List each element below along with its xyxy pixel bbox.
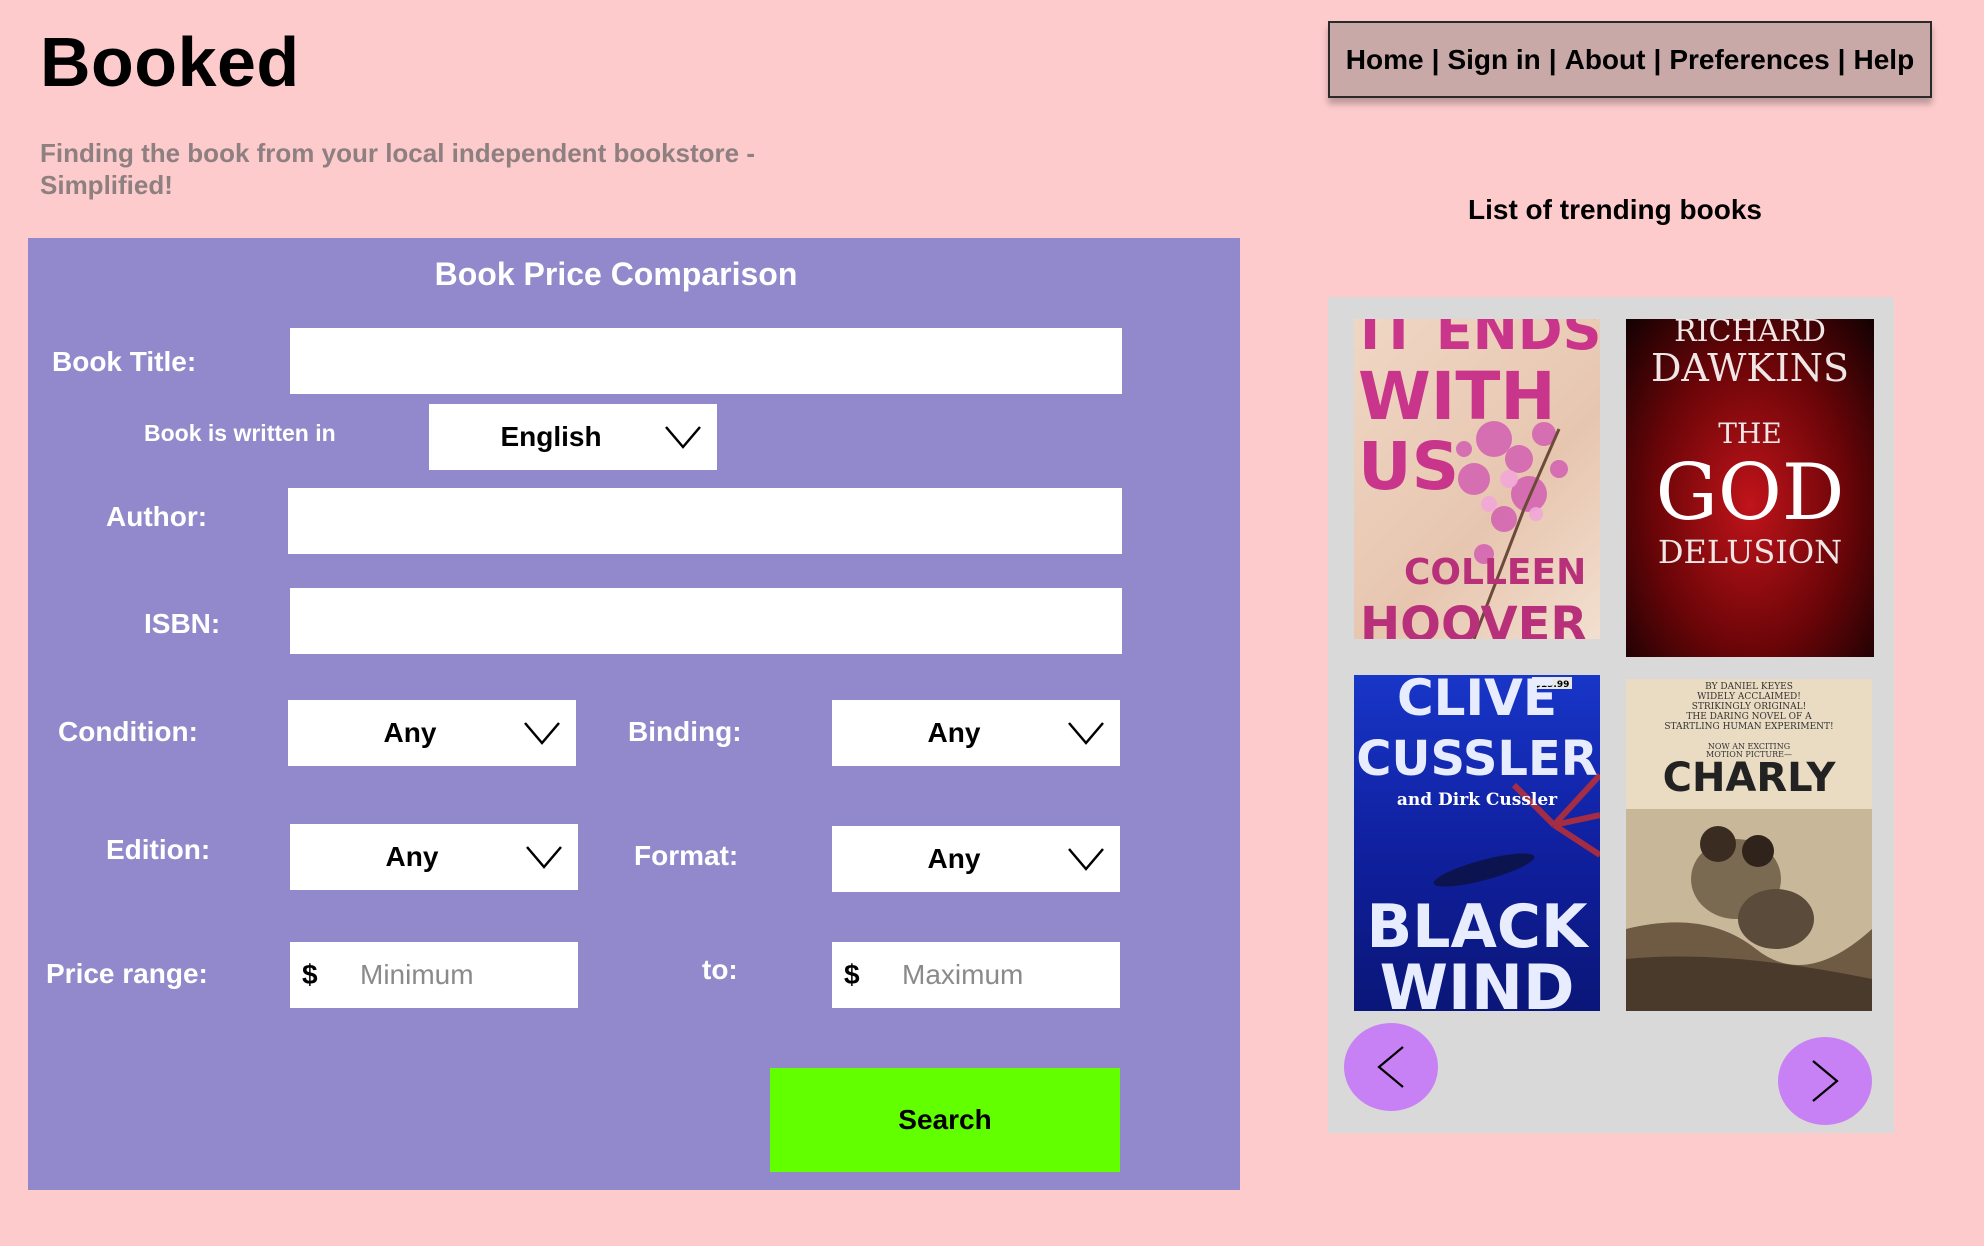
chevron-down-icon bbox=[526, 846, 562, 869]
book-cover-line: DELUSION bbox=[1658, 533, 1842, 571]
chevron-left-icon bbox=[1377, 1046, 1404, 1088]
book-cover-line: CLIVE bbox=[1397, 675, 1557, 727]
format-select-value: Any bbox=[927, 843, 981, 874]
nav-home[interactable]: Home bbox=[1346, 44, 1424, 76]
book-cover-line: CUSSLER bbox=[1356, 731, 1598, 787]
book-cover-art: $15.99 CLIVE CUSSLER and Dirk Cussler BL… bbox=[1356, 675, 1600, 1011]
condition-select[interactable]: Any bbox=[288, 700, 576, 766]
book-cover-line: WITH bbox=[1358, 358, 1556, 435]
nav-about[interactable]: About bbox=[1565, 44, 1646, 76]
language-select-value: English bbox=[500, 421, 602, 452]
nav-separator: | bbox=[1653, 43, 1662, 75]
isbn-input[interactable] bbox=[290, 588, 1122, 654]
language-select[interactable]: English bbox=[429, 404, 717, 470]
book-cover-line: WIND bbox=[1380, 951, 1575, 1011]
chevron-down-icon bbox=[1068, 722, 1104, 745]
chevron-down-icon bbox=[665, 426, 701, 449]
binding-select[interactable]: Any bbox=[832, 700, 1120, 766]
book-cover-god-delusion[interactable]: RICHARD DAWKINS THE GOD DELUSION bbox=[1626, 319, 1874, 657]
book-cover-line: RICHARD bbox=[1674, 319, 1826, 349]
form-title: Book Price Comparison bbox=[434, 256, 798, 292]
book-cover-line: THE DARING NOVEL OF A bbox=[1686, 712, 1812, 722]
condition-select-value: Any bbox=[383, 717, 437, 748]
edition-label: Edition: bbox=[106, 834, 211, 865]
nav-preferences[interactable]: Preferences bbox=[1669, 44, 1829, 76]
price-max-input[interactable]: $ Maximum bbox=[832, 942, 1120, 1008]
book-cover-line: THE bbox=[1718, 417, 1782, 450]
currency-symbol: $ bbox=[302, 959, 318, 990]
book-cover-line: STRIKINGLY ORIGINAL! bbox=[1692, 702, 1806, 712]
book-cover-art: IT ENDS WITH US COLLEEN HOOVER bbox=[1358, 319, 1600, 639]
book-cover-charly[interactable]: BY DANIEL KEYES WIDELY ACCLAIMED! STRIKI… bbox=[1626, 679, 1872, 1011]
language-label: Book is written in bbox=[144, 420, 336, 446]
price-range-label: Price range: bbox=[46, 958, 208, 989]
book-cover-line: CHARLY bbox=[1663, 755, 1837, 801]
price-max-placeholder: Maximum bbox=[902, 959, 1024, 990]
nav-sign-in[interactable]: Sign in bbox=[1447, 44, 1540, 76]
nav-separator: | bbox=[1431, 43, 1440, 75]
trending-title: List of trending books bbox=[1468, 194, 1762, 225]
app-tagline: Finding the book from your local indepen… bbox=[40, 138, 756, 200]
book-cover-line: HOOVER bbox=[1360, 597, 1587, 639]
book-cover-line: BY DANIEL KEYES bbox=[1705, 682, 1793, 692]
chevron-down-icon bbox=[524, 722, 560, 745]
book-cover-art: BY DANIEL KEYES WIDELY ACCLAIMED! STRIKI… bbox=[1626, 682, 1872, 1011]
chevron-down-icon bbox=[1068, 848, 1104, 871]
book-cover-line: WIDELY ACCLAIMED! bbox=[1697, 692, 1801, 702]
edition-select[interactable]: Any bbox=[290, 824, 578, 890]
format-label: Format: bbox=[634, 840, 739, 871]
carousel-prev-button[interactable] bbox=[1344, 1023, 1438, 1111]
isbn-label: ISBN: bbox=[144, 608, 221, 639]
book-title-label: Book Title: bbox=[52, 346, 197, 377]
edition-select-value: Any bbox=[385, 841, 439, 872]
author-input[interactable] bbox=[288, 488, 1122, 554]
binding-select-value: Any bbox=[927, 717, 981, 748]
search-button[interactable]: Search bbox=[770, 1068, 1120, 1172]
book-cover-line: GOD bbox=[1656, 448, 1845, 538]
book-cover-line: DAWKINS bbox=[1651, 346, 1849, 390]
book-cover-line: IT ENDS bbox=[1360, 319, 1600, 362]
book-cover-black-wind[interactable]: $15.99 CLIVE CUSSLER and Dirk Cussler BL… bbox=[1354, 675, 1600, 1011]
book-cover-art: RICHARD DAWKINS THE GOD DELUSION bbox=[1651, 319, 1849, 571]
top-nav: Home | Sign in | About | Preferences | H… bbox=[1328, 21, 1932, 98]
book-cover-line: US bbox=[1358, 428, 1459, 505]
book-cover-line: and Dirk Cussler bbox=[1397, 790, 1558, 810]
nav-help[interactable]: Help bbox=[1854, 44, 1915, 76]
book-cover-line: COLLEEN bbox=[1404, 552, 1586, 593]
price-min-placeholder: Minimum bbox=[360, 959, 474, 990]
binding-label: Binding: bbox=[628, 716, 742, 747]
format-select[interactable]: Any bbox=[832, 826, 1120, 892]
book-title-input[interactable] bbox=[290, 328, 1122, 394]
app-title: Booked bbox=[40, 23, 300, 101]
trending-carousel: IT ENDS WITH US COLLEEN HOOVER RICHARD D… bbox=[1328, 297, 1894, 1133]
carousel-next-button[interactable] bbox=[1778, 1037, 1872, 1125]
price-to-label: to: bbox=[702, 954, 738, 985]
condition-label: Condition: bbox=[58, 716, 198, 747]
author-label: Author: bbox=[106, 501, 208, 532]
nav-separator: | bbox=[1548, 43, 1557, 75]
price-min-input[interactable]: $ Minimum bbox=[290, 942, 578, 1008]
price-comparison-form: Book Price Comparison Book Title: Book i… bbox=[28, 238, 1240, 1190]
nav-separator: | bbox=[1837, 43, 1846, 75]
book-cover-it-ends-with-us[interactable]: IT ENDS WITH US COLLEEN HOOVER bbox=[1354, 319, 1600, 639]
book-cover-line: STARTLING HUMAN EXPERIMENT! bbox=[1664, 722, 1833, 732]
chevron-right-icon bbox=[1812, 1060, 1839, 1102]
currency-symbol: $ bbox=[844, 959, 860, 990]
